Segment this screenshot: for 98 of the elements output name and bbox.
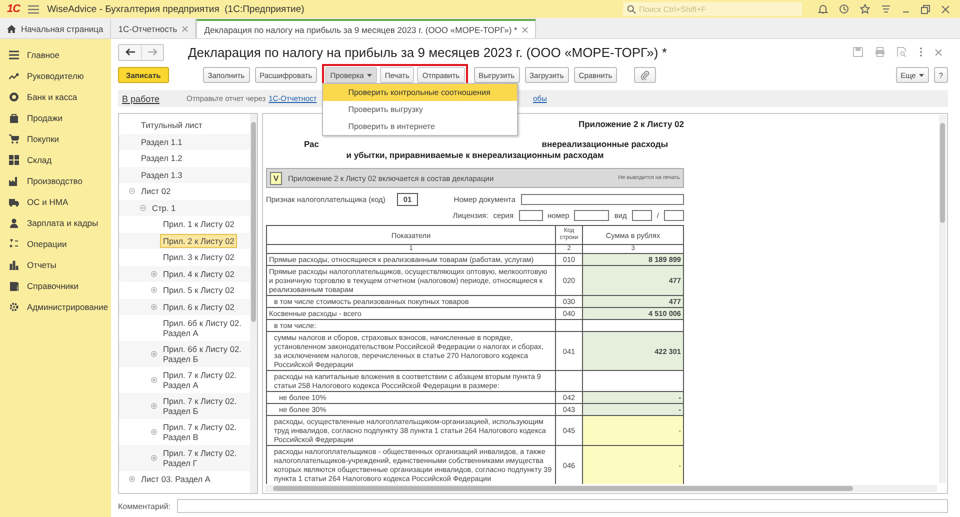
tab-label: 1С-Отчетность	[118, 24, 178, 34]
expand-icon[interactable]	[151, 377, 157, 383]
truck-icon	[9, 196, 19, 206]
collapse-icon[interactable]	[140, 204, 146, 211]
close-icon[interactable]	[182, 26, 188, 32]
attach-button[interactable]	[634, 67, 656, 83]
menu-icon[interactable]	[881, 4, 891, 14]
expand-icon[interactable]	[151, 403, 157, 409]
tab-label: Декларация по налогу на прибыль за 9 месяцев 2023 г. (ООО «МОРЕ-ТОРГ») *	[204, 24, 518, 34]
tab[interactable]: Начальная страница	[0, 19, 112, 38]
comment-label: Комментарий:	[118, 502, 171, 510]
tree-item[interactable]: Прил. 3 к Листу 02	[160, 250, 238, 264]
search-icon	[627, 4, 636, 14]
close-icon[interactable]	[935, 48, 942, 56]
bar-chart-icon	[9, 260, 19, 270]
sheet-label: Приложение 2 к Листу 02	[578, 119, 684, 129]
preview-icon[interactable]	[897, 47, 907, 57]
factory-icon	[9, 176, 19, 186]
status-link[interactable]: В работе	[122, 94, 160, 104]
menu-item[interactable]: Проверить контрольные соотношения	[323, 84, 518, 101]
tree-item[interactable]: Прил. 1 к Листу 02	[160, 217, 238, 232]
print-icon[interactable]	[875, 47, 885, 57]
sidebar-item[interactable]: Администрирование	[0, 296, 111, 317]
scrollbar[interactable]	[265, 485, 937, 492]
scrollbar[interactable]	[250, 114, 257, 493]
caret-icon	[918, 74, 924, 76]
menu-icon	[9, 50, 19, 60]
sidebar-item[interactable]: Банк и касса	[0, 86, 111, 107]
tree-item[interactable]: Прил. 2 к Листу 02	[160, 234, 238, 248]
input-field[interactable]	[632, 210, 652, 221]
input-field[interactable]	[574, 210, 610, 221]
star-icon[interactable]	[860, 4, 870, 14]
input-field[interactable]	[518, 210, 543, 221]
expand-icon[interactable]	[151, 351, 157, 357]
menu-item[interactable]: Проверить в интернете	[323, 118, 518, 135]
expand-icon[interactable]	[129, 476, 135, 482]
document-title: Декларация по налогу на прибыль за 9 месяцев 2023 г. (ООО «МОРЕ-ТОРГ») *	[188, 44, 667, 60]
heading-text: внереализационные расходы	[542, 139, 668, 149]
home-icon	[7, 24, 16, 32]
sidebar-item[interactable]: Главное	[0, 44, 111, 65]
comment-field[interactable]	[176, 499, 948, 513]
trend-icon	[9, 70, 19, 80]
cart-icon	[9, 134, 19, 144]
tree-item[interactable]: Прил. 5 к Листу 02	[160, 283, 238, 298]
scrollbar[interactable]	[939, 115, 946, 483]
tab-label: Начальная страница	[21, 24, 104, 34]
expand-icon[interactable]	[151, 429, 157, 435]
heading-text: Рас	[304, 139, 320, 149]
restore-icon[interactable]	[921, 4, 930, 14]
sidebar-item[interactable]: Руководителю	[0, 65, 111, 86]
grid-icon	[9, 154, 19, 164]
sidebar-item[interactable]: Покупки	[0, 128, 111, 149]
tree-item[interactable]: Прил. 7 к Листу 02. Раздел В	[160, 420, 250, 444]
sidebar-item[interactable]: Производство	[0, 170, 111, 191]
symbols-icon	[9, 238, 19, 248]
expand-icon[interactable]	[151, 455, 157, 461]
expand-icon[interactable]	[151, 304, 157, 310]
expand-icon[interactable]	[151, 287, 157, 294]
paperclip-icon	[640, 70, 650, 80]
sidebar-item[interactable]: Продажи	[0, 107, 111, 128]
history-icon[interactable]	[839, 4, 849, 14]
arrow-left-icon	[125, 48, 135, 56]
sidebar-item[interactable]: Справочники	[0, 275, 111, 296]
save-icon[interactable]	[853, 47, 863, 57]
tab[interactable]: Декларация по налогу на прибыль за 9 месяцев 2023 г. (ООО «МОРЕ-ТОРГ») *	[196, 19, 536, 38]
menu-item[interactable]: Проверить выгрузку	[323, 101, 518, 118]
close-icon[interactable]	[941, 4, 950, 14]
include-checkbox[interactable]: V	[270, 172, 282, 184]
tree-item[interactable]: Титульный лист	[138, 118, 206, 132]
bag-icon	[9, 112, 19, 122]
collapse-icon[interactable]	[129, 188, 135, 194]
tree-item[interactable]: Раздел 1.2	[138, 151, 186, 166]
menu-icon[interactable]	[28, 4, 40, 14]
book-icon	[9, 280, 19, 290]
logo: 1С	[7, 3, 20, 15]
settings-icon	[9, 302, 19, 312]
sidebar-item[interactable]: Отчеты	[0, 254, 111, 275]
tree-item[interactable]: Лист 02	[138, 184, 174, 198]
coin-icon	[9, 92, 19, 102]
app-title: WiseAdvice - Бухгалтерия предприятия (1С:Предприятие)	[47, 4, 304, 14]
close-icon[interactable]	[522, 26, 528, 32]
arrow-right-icon	[148, 48, 158, 56]
tree-item[interactable]: Прил. 6б к Листу 02. Раздел А	[160, 316, 250, 340]
sidebar-item[interactable]: Склад	[0, 149, 111, 170]
sidebar-item[interactable]: Операции	[0, 233, 111, 254]
input-field[interactable]	[521, 194, 684, 205]
more-icon[interactable]	[919, 47, 923, 57]
input-field[interactable]	[664, 210, 684, 221]
person-icon	[9, 218, 19, 228]
tree-item[interactable]: Прил. 7 к Листу 02. Раздел А	[160, 368, 250, 392]
expand-icon[interactable]	[151, 270, 157, 277]
bell-icon[interactable]	[818, 4, 828, 14]
caret-icon	[366, 74, 372, 76]
sidebar-item[interactable]: Зарплата и кадры	[0, 212, 111, 233]
tree-item[interactable]: Лист 03. Раздел А	[138, 472, 214, 486]
search-field[interactable]: Поиск Ctrl+Shift+F	[623, 2, 802, 16]
sidebar-item[interactable]: ОС и НМА	[0, 191, 111, 212]
heading-text: и убытки, приравниваемые к внереализационным расходам	[345, 150, 605, 160]
